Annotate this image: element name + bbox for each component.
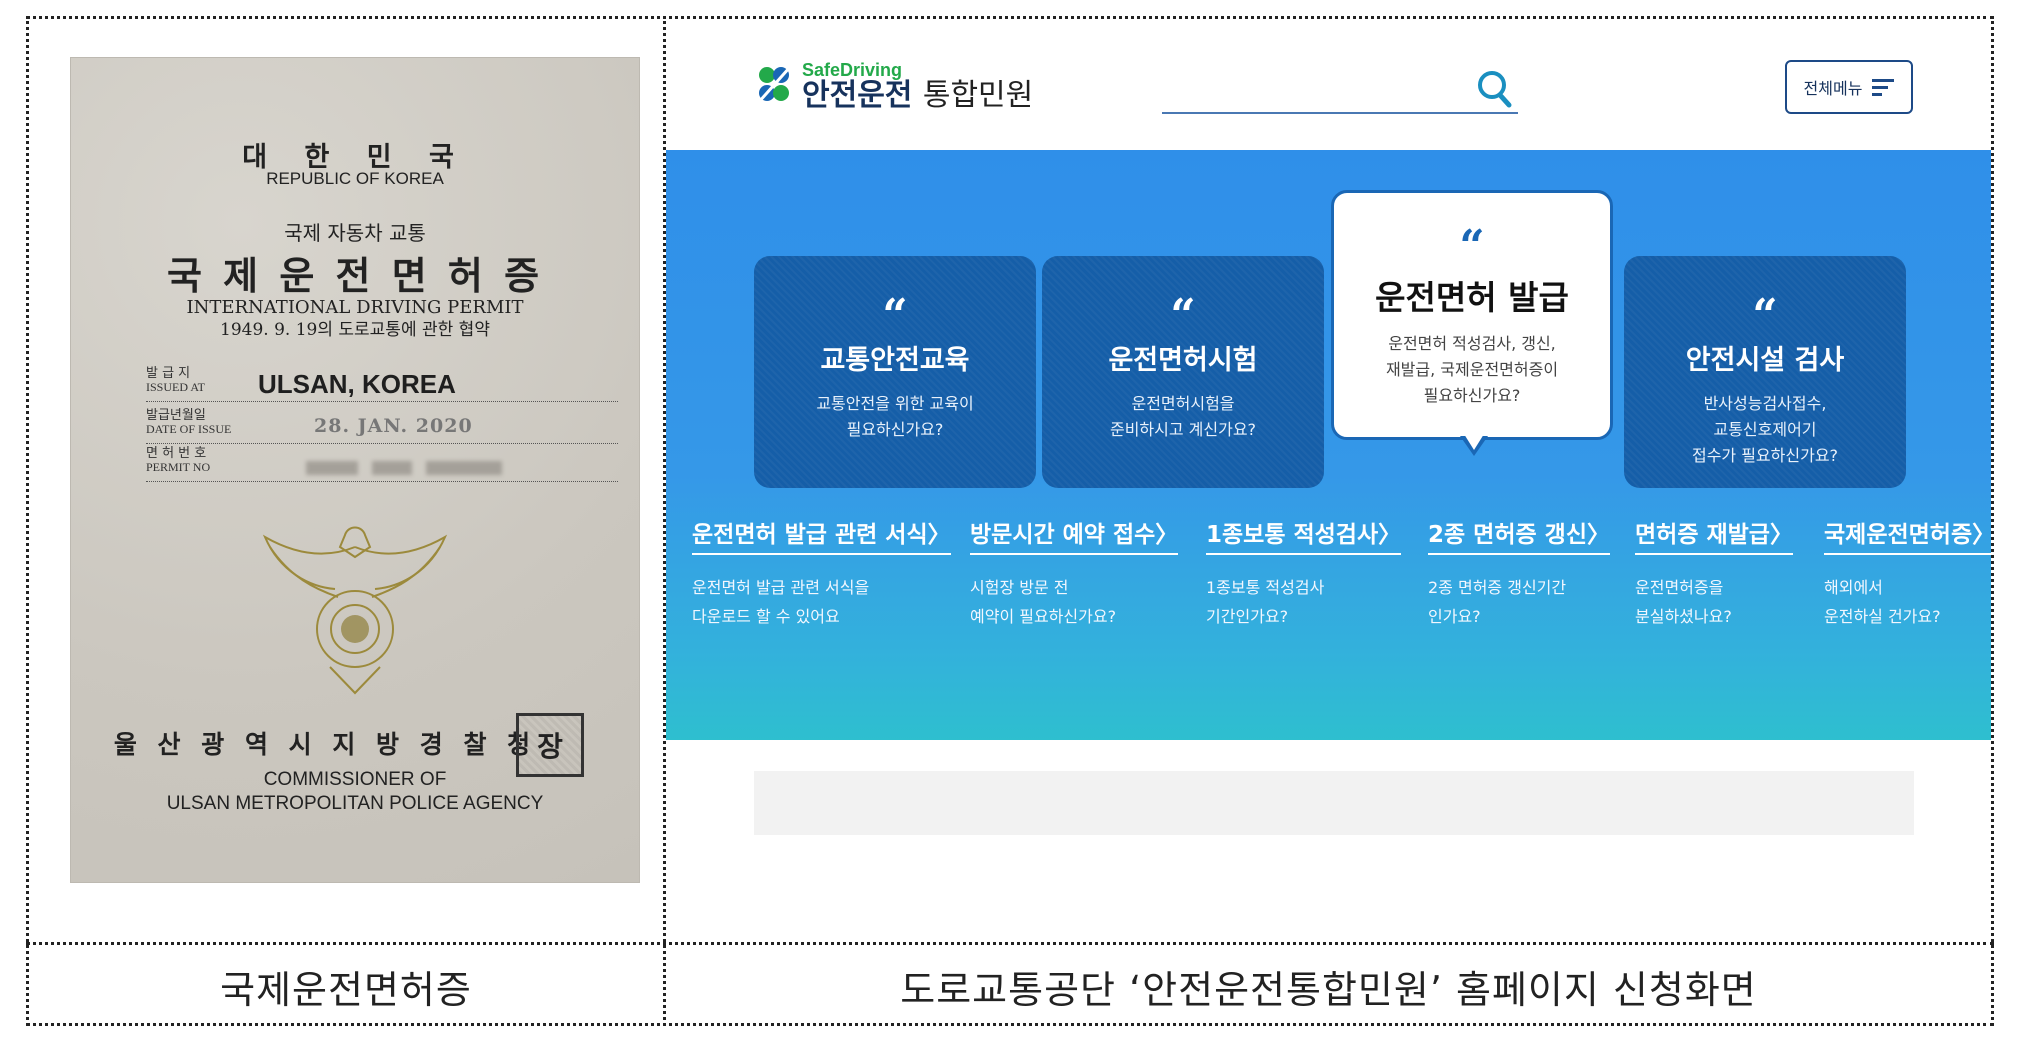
search-icon[interactable]: [1476, 69, 1514, 109]
issued-at-value: ULSAN, KOREA: [258, 369, 456, 399]
logo-title: 안전운전 통합민원: [802, 78, 1034, 113]
caption-website: 도로교통공단 ‘안전운전통합민원’ 홈페이지 신청화면: [900, 967, 1757, 1012]
permit-image: 대 한 민 국 REPUBLIC OF KOREA 국제 자동차 교통 국 제 …: [70, 57, 640, 883]
hamburger-icon: [1872, 75, 1895, 100]
link-international-permit[interactable]: 국제운전면허증〉 해외에서 운전하실 건가요?: [1824, 515, 1991, 631]
logo-safedriving: SafeDriving: [802, 60, 903, 80]
redacted-number: [306, 461, 358, 475]
search-input[interactable]: [1162, 112, 1518, 114]
issuer-en-1: COMMISSIONER OF: [263, 769, 447, 790]
caption-permit: 국제운전면허증: [220, 967, 472, 1012]
notice-bar: [754, 771, 1914, 835]
police-emblem-icon: [262, 526, 448, 695]
hero-banner: “ 교통안전교육 교통안전을 위한 교육이 필요하신가요? “ 운전면허시험 운전…: [666, 150, 1991, 740]
card-safety-facility[interactable]: “ 안전시설 검사 반사성능검사접수, 교통신호제어기 접수가 필요하신가요?: [1624, 256, 1906, 488]
permit-country-en: REPUBLIC OF KOREA: [266, 169, 444, 188]
permit-number-row: 면 허 번 호 PERMIT NO: [146, 447, 618, 482]
all-menu-button[interactable]: 전체메뉴: [1785, 60, 1913, 114]
logo-clover-icon: [756, 66, 792, 104]
link-license-reissue[interactable]: 면허증 재발급〉 운전면허증을 분실하셨나요?: [1635, 515, 1793, 631]
issuer-en-2: ULSAN METROPOLITAN POLICE AGENCY: [166, 793, 544, 814]
permit-date-row: 발급년월일 DATE OF ISSUE 28. JAN. 2020: [146, 409, 618, 444]
site-logo[interactable]: SafeDriving 안전운전 통합민원: [754, 59, 1034, 113]
permit-subtitle: 국제 자동차 교통: [284, 221, 426, 245]
caption-divider: [26, 942, 1994, 945]
card-traffic-education[interactable]: “ 교통안전교육 교통안전을 위한 교육이 필요하신가요?: [754, 256, 1036, 488]
official-seal-icon: 장: [516, 713, 584, 777]
link-visit-reservation[interactable]: 방문시간 예약 접수〉 시험장 방문 전 예약이 필요하신가요?: [970, 515, 1179, 631]
permit-title-ko: 국 제 운 전 면 허 증: [166, 253, 544, 298]
date-of-issue-value: 28. JAN. 2020: [314, 415, 473, 437]
card-license-issuance[interactable]: “ 운전면허 발급 운전면허 적성검사, 갱신, 재발급, 국제운전면허증이 필요하…: [1331, 190, 1613, 440]
link-class2-renewal[interactable]: 2종 면허증 갱신〉 2종 면허증 갱신기간 인가요?: [1428, 515, 1610, 631]
link-license-forms[interactable]: 운전면허 발급 관련 서식〉 운전면허 발급 관련 서식을 다운로드 할 수 있어…: [692, 515, 951, 631]
link-class1-aptitude[interactable]: 1종보통 적성검사〉 1종보통 적성검사 기간인가요?: [1206, 515, 1402, 631]
permit-convention: 1949. 9. 19의 도로교통에 관한 협약: [220, 320, 490, 340]
permit-issued-row: 발 급 지 ISSUED AT ULSAN, KOREA: [146, 367, 618, 402]
website-screenshot: SafeDriving 안전운전 통합민원 전체메뉴 “ 교통안전교육 교통안전…: [666, 19, 1991, 939]
card-license-exam[interactable]: “ 운전면허시험 운전면허시험을 준비하시고 계신가요?: [1042, 256, 1324, 488]
